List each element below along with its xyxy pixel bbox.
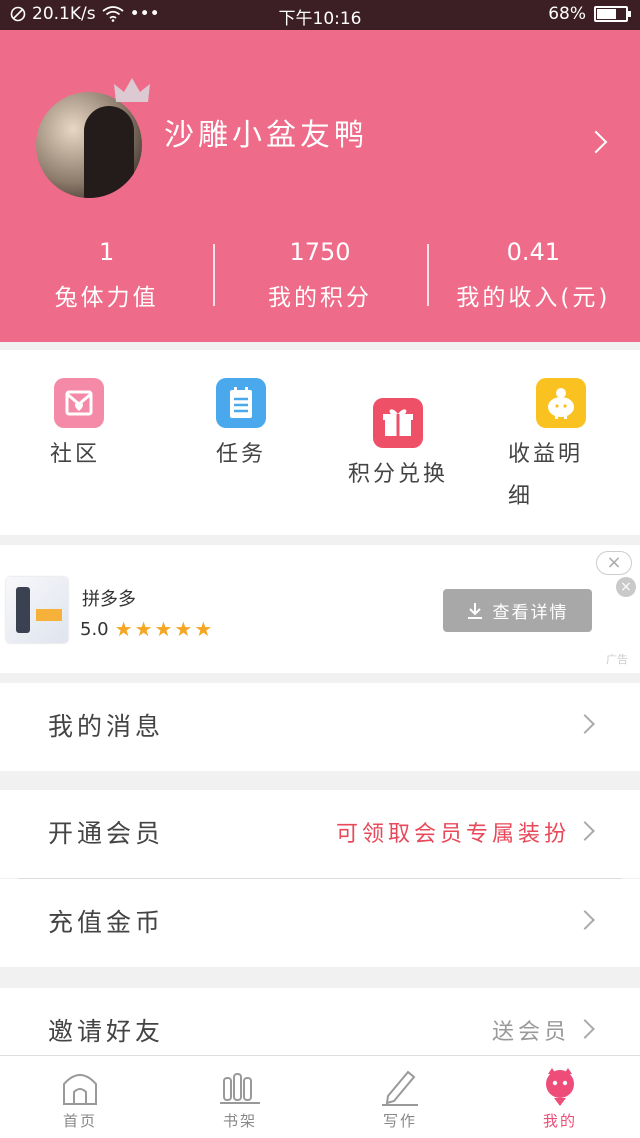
chevron-right-icon	[575, 910, 595, 930]
pencil-icon	[380, 1066, 420, 1106]
battery-percent: 68%	[548, 4, 586, 24]
ad-rating: 5.0 ★★★★★	[80, 617, 214, 641]
gift-icon	[373, 398, 423, 448]
home-icon	[60, 1066, 100, 1106]
row-label: 充值金币	[48, 908, 165, 937]
ad-rating-value: 5.0	[80, 618, 109, 640]
tab-mine[interactable]: 我的	[480, 1056, 640, 1138]
ad-dismiss-icon[interactable]: ×	[616, 577, 636, 597]
stat-value: 0.41	[506, 238, 561, 266]
stat-label: 我的积分	[267, 285, 372, 311]
row-label: 我的消息	[48, 712, 165, 741]
community-icon	[54, 378, 104, 428]
quick-menu: 社区 任务 积分兑换 收益明 细	[0, 350, 640, 535]
tab-bookshelf[interactable]: 书架	[160, 1056, 320, 1138]
menu-recharge[interactable]: 充值金币	[0, 879, 640, 967]
stat-stamina[interactable]: 1 兔体力值	[0, 236, 213, 316]
menu-messages[interactable]: 我的消息	[0, 683, 640, 771]
avatar[interactable]	[36, 92, 142, 198]
menu-vip[interactable]: 开通会员 可领取会员专属装扮	[0, 790, 640, 878]
quick-points-exchange[interactable]: 积分兑换	[348, 398, 448, 488]
tab-label: 写作	[382, 1112, 417, 1130]
chevron-right-icon	[575, 1019, 595, 1039]
chevron-right-icon	[575, 714, 595, 734]
tab-home[interactable]: 首页	[0, 1056, 160, 1138]
profile-header[interactable]: 沙雕小盆友鸭 1 兔体力值 1750 我的积分 0.41 我的收入(元)	[0, 30, 640, 342]
stat-points[interactable]: 1750 我的积分	[213, 236, 426, 316]
crown-icon	[114, 78, 150, 102]
ad-detail-label: 查看详情	[492, 603, 569, 623]
quick-earnings-detail[interactable]: 收益明 细	[508, 378, 586, 510]
invite-reward-text: 送会员	[491, 1020, 570, 1045]
stat-label: 兔体力值	[54, 285, 159, 311]
quick-label: 任务	[216, 442, 267, 467]
ad-detail-button[interactable]: 查看详情	[443, 589, 592, 632]
download-icon	[467, 602, 482, 619]
ad-app-name: 拼多多	[82, 589, 136, 610]
tab-label: 我的	[542, 1112, 577, 1130]
bookshelf-icon	[220, 1066, 260, 1106]
chevron-right-icon	[575, 821, 595, 841]
quick-tasks[interactable]: 任务	[216, 378, 266, 468]
ad-thumbnail	[6, 577, 68, 643]
battery-icon	[594, 6, 631, 22]
ad-banner[interactable]: 拼多多 5.0 ★★★★★ 查看详情 × × 广告	[0, 545, 640, 673]
stats-row: 1 兔体力值 1750 我的积分 0.41 我的收入(元)	[0, 236, 640, 316]
quick-label: 积分兑换	[348, 462, 449, 487]
vip-promo-text: 可领取会员专属装扮	[335, 822, 570, 847]
row-label: 开通会员	[48, 819, 165, 848]
profile-icon	[540, 1066, 580, 1106]
profile-arrow-icon[interactable]	[584, 130, 608, 154]
status-time: 下午10:16	[278, 9, 362, 29]
ad-mark: 广告	[606, 653, 628, 666]
quick-community[interactable]: 社区	[50, 378, 104, 468]
row-label: 邀请好友	[48, 1017, 165, 1046]
stat-label: 我的收入(元)	[456, 285, 611, 311]
tasks-icon	[216, 378, 266, 428]
username: 沙雕小盆友鸭	[164, 118, 368, 153]
ad-close-button[interactable]: ×	[596, 551, 632, 575]
ad-stars: ★★★★★	[114, 617, 215, 641]
status-bar: 20.1K/s ••• 下午10:16 68%	[0, 0, 640, 30]
stat-income[interactable]: 0.41 我的收入(元)	[426, 236, 640, 316]
quick-label: 收益明	[508, 442, 584, 467]
tab-label: 书架	[222, 1112, 257, 1130]
stat-value: 1750	[289, 238, 351, 266]
quick-label-line2: 细	[508, 484, 534, 509]
piggy-bank-icon	[536, 378, 586, 428]
tab-label: 首页	[62, 1112, 97, 1130]
bottom-tab-bar: 首页 书架 写作 我的	[0, 1055, 640, 1138]
tab-write[interactable]: 写作	[320, 1056, 480, 1138]
quick-label: 社区	[50, 442, 101, 467]
stat-value: 1	[99, 238, 115, 266]
menu-invite[interactable]: 邀请好友 送会员	[0, 988, 640, 1056]
